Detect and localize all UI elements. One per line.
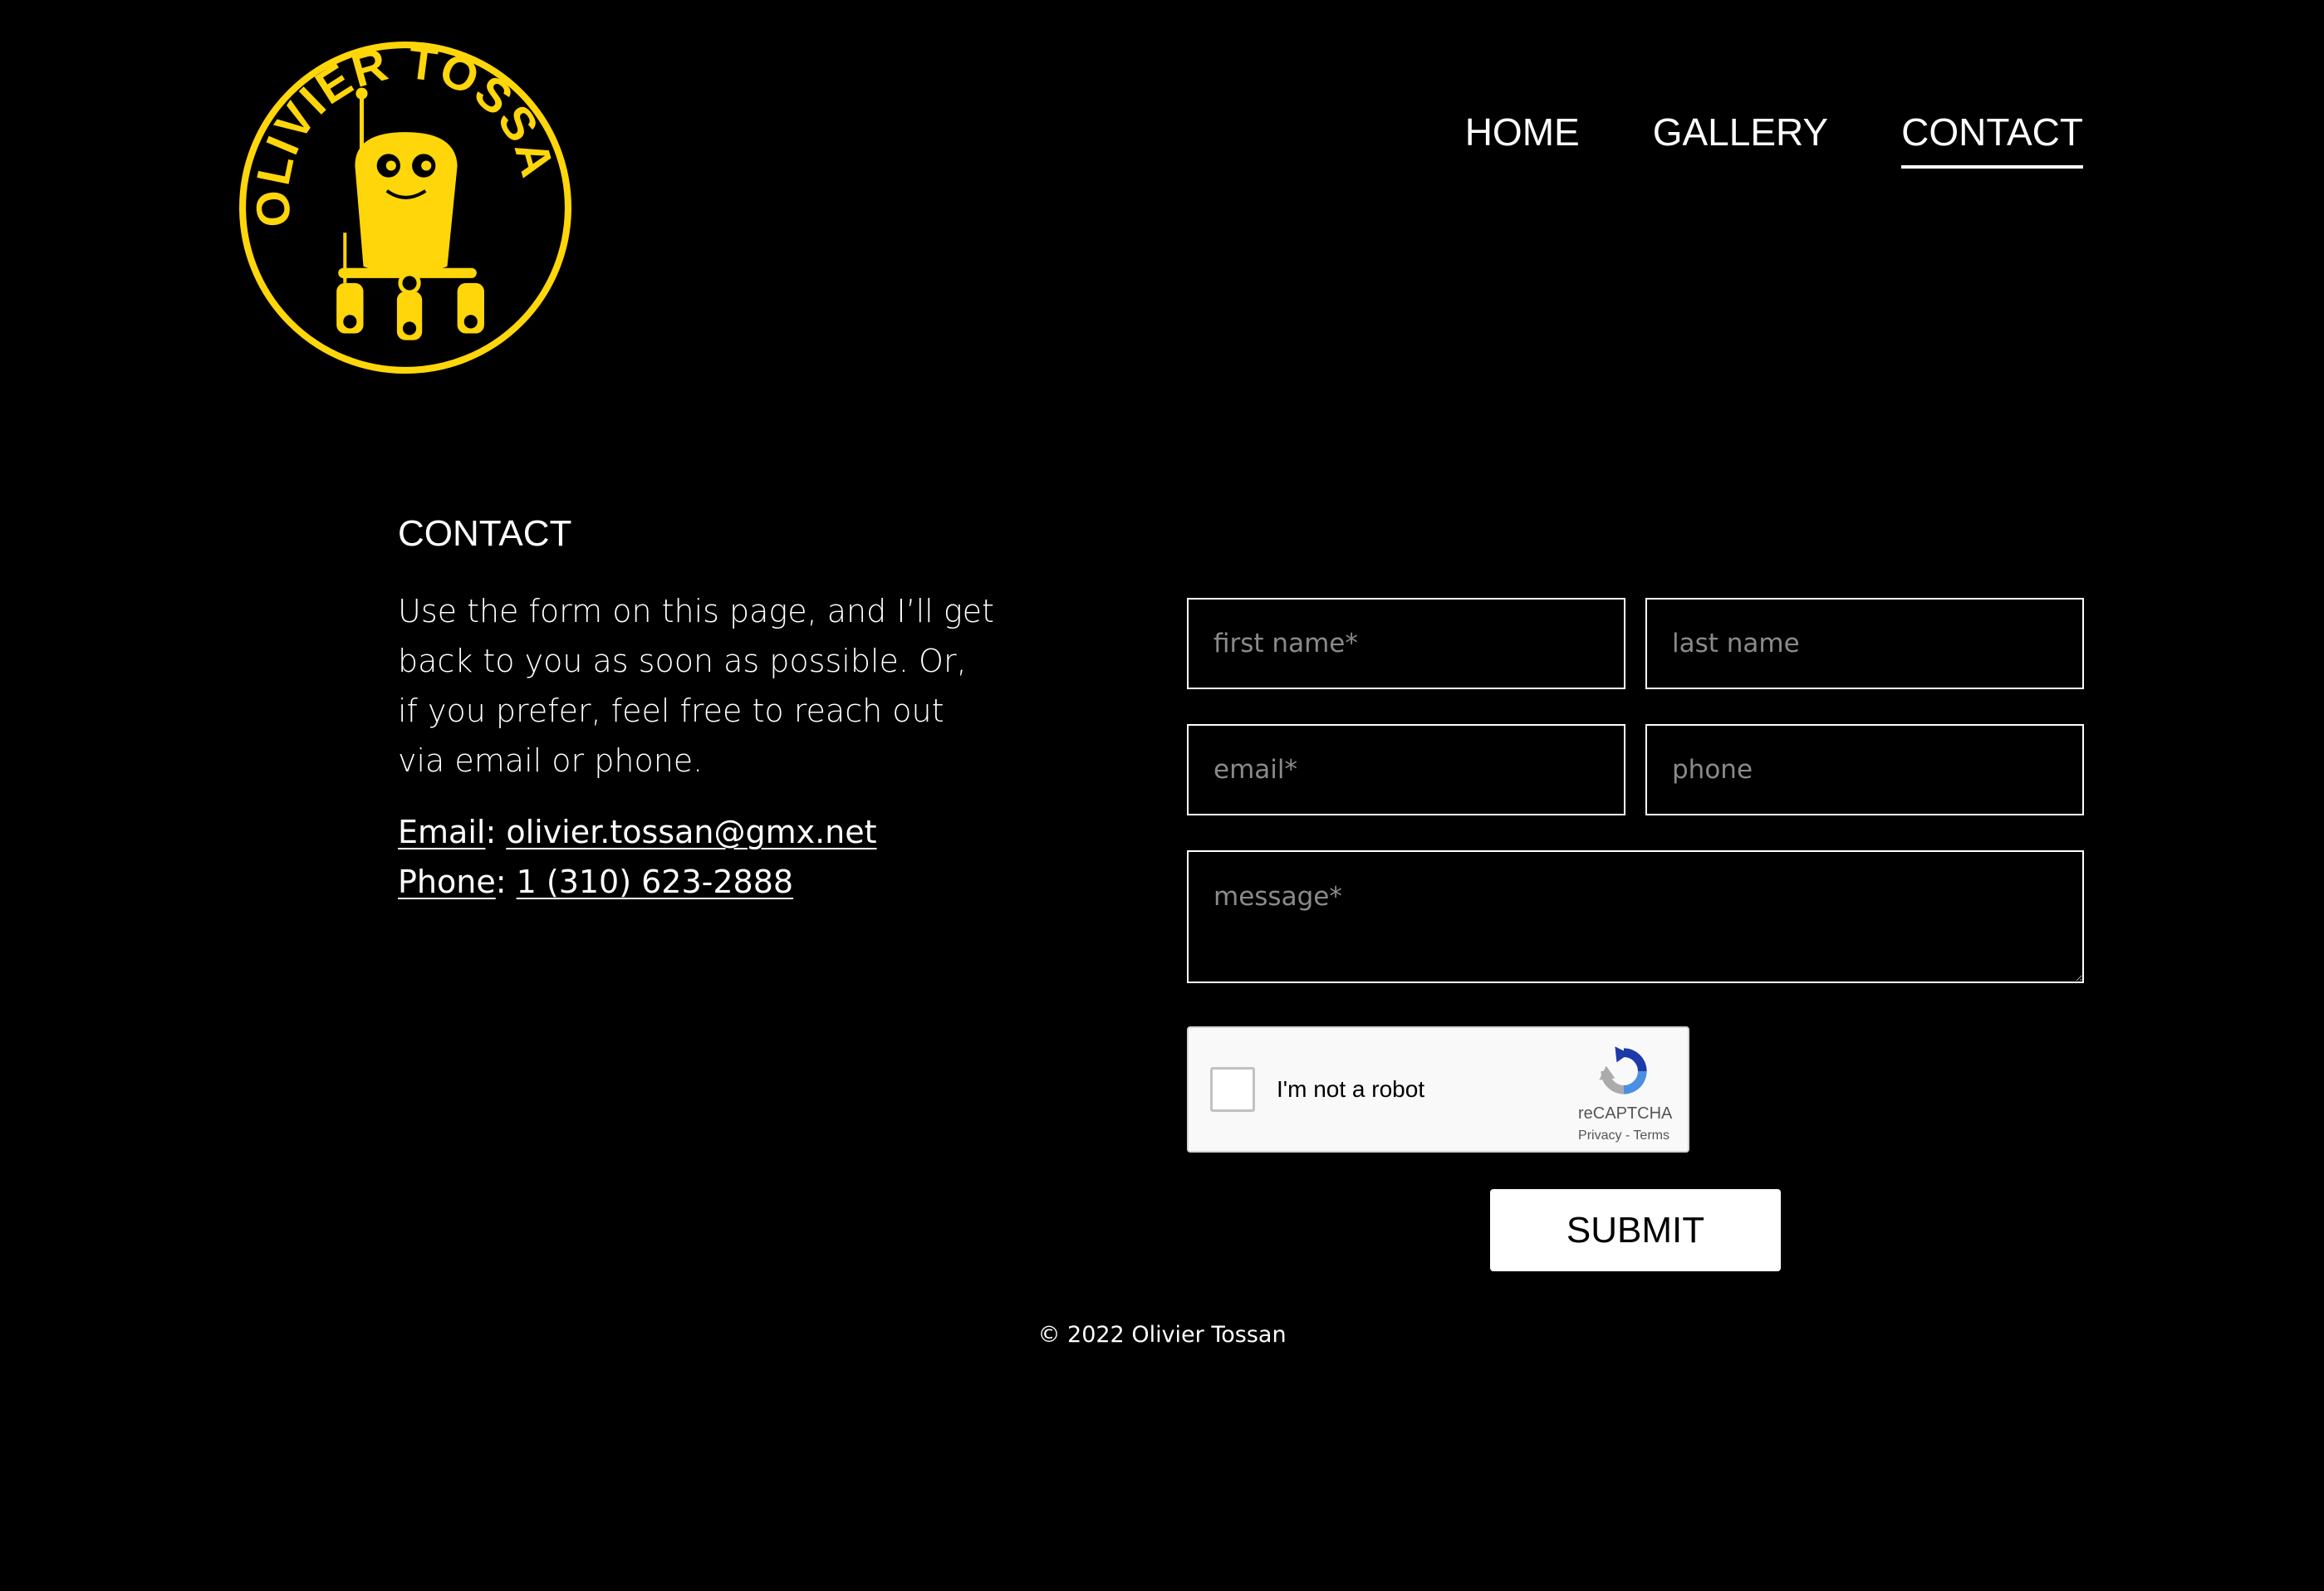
phone-link[interactable]: 1 (310) 623-2888: [517, 864, 793, 900]
contact-form: I'm not a robot reCAPTCHA Privacy - Term…: [1187, 598, 2084, 1153]
email-link[interactable]: olivier.tossan@gmx.net: [506, 814, 876, 850]
phone-label: Phone: [398, 864, 496, 900]
recaptcha-checkbox[interactable]: [1210, 1067, 1255, 1112]
last-name-input[interactable]: [1645, 598, 2084, 689]
main-nav: HOME GALLERY CONTACT: [1465, 111, 2083, 169]
recaptcha-label: I'm not a robot: [1277, 1076, 1425, 1102]
nav-contact[interactable]: CONTACT: [1901, 111, 2083, 169]
recaptcha-widget: I'm not a robot reCAPTCHA Privacy - Term…: [1187, 1026, 1689, 1153]
phone-line: Phone: 1 (310) 623-2888: [398, 864, 794, 900]
message-textarea[interactable]: [1187, 850, 2084, 983]
site-logo[interactable]: OLIVIER TOSSAN: [238, 40, 573, 375]
email-input[interactable]: [1187, 724, 1625, 815]
recaptcha-brand: reCAPTCHA: [1578, 1104, 1673, 1123]
recaptcha-logo: reCAPTCHA Privacy - Terms: [1578, 1043, 1673, 1143]
recaptcha-links[interactable]: Privacy - Terms: [1578, 1128, 1669, 1143]
robot-logo-icon: OLIVIER TOSSAN: [238, 40, 571, 374]
submit-button[interactable]: SUBMIT: [1490, 1189, 1781, 1271]
contact-info: CONTACT Use the form on this page, and I…: [398, 513, 996, 907]
nav-gallery[interactable]: GALLERY: [1653, 111, 1828, 169]
name-row: [1187, 598, 2084, 689]
footer-copyright: © 2022 Olivier Tossan: [1037, 1322, 1287, 1348]
first-name-input[interactable]: [1187, 598, 1625, 689]
nav-home[interactable]: HOME: [1465, 111, 1580, 169]
page-title: CONTACT: [398, 513, 572, 554]
contact-intro: Use the form on this page, and I’ll get …: [398, 593, 994, 779]
phone-input[interactable]: [1645, 724, 2084, 815]
email-label: Email: [398, 814, 486, 850]
email-line: Email: olivier.tossan@gmx.net: [398, 814, 877, 850]
contact-row: [1187, 724, 2084, 815]
recaptcha-icon: [1599, 1046, 1647, 1094]
